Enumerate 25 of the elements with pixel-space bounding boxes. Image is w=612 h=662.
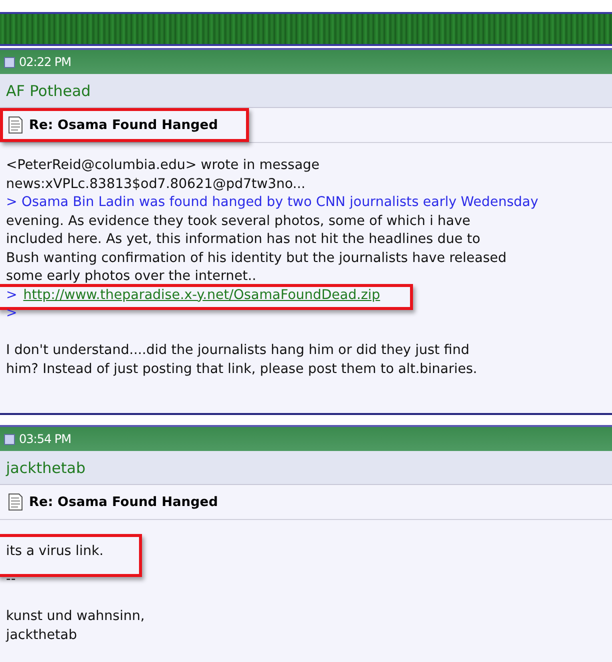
message-text: jackthetab <box>6 626 77 644</box>
message-text: Bush wanting confirmation of his identity but the journalists have released <box>6 250 507 268</box>
post-time: 03:54 PM <box>19 432 71 446</box>
post-icon <box>4 433 15 445</box>
post-icon <box>4 56 15 68</box>
message-text: evening. As evidence they took several photos, some of which i have <box>6 212 470 230</box>
post-title: Re: Osama Found Hanged <box>29 494 218 510</box>
quoted-text: > Osama Bin Ladin was found hanged by two CNN journalists early Wedensday <box>6 194 538 212</box>
download-link[interactable]: http://www.theparadise.x-y.net/OsamaFoundDead.zip <box>23 286 380 305</box>
message-text: him? Instead of just posting that link, please post them to alt.binaries. <box>6 360 478 378</box>
quoted-text: > <box>6 305 18 323</box>
message-text: its a virus link. <box>0 534 142 576</box>
post-title: Re: Osama Found Hanged <box>29 118 218 132</box>
message-text: kunst und wahnsinn, <box>6 608 145 626</box>
document-icon <box>8 116 23 134</box>
quote-marker: > <box>6 286 18 304</box>
message-text: I don't understand....did the journalists hang him or did they just find <box>6 342 470 360</box>
post-time: 02:22 PM <box>19 55 71 69</box>
message-text: news:xVPLc.83813$od7.80621@pd7tw3no... <box>6 176 306 194</box>
author-name[interactable]: jackthetab <box>6 458 86 476</box>
message-text: <PeterReid@columbia.edu> wrote in message <box>6 157 320 175</box>
document-icon <box>8 493 23 511</box>
author-name[interactable]: AF Pothead <box>6 82 91 100</box>
message-text: included here. As yet, this information has not hit the headlines due to <box>6 231 480 249</box>
message-text: some early photos over the internet.. <box>6 268 256 286</box>
